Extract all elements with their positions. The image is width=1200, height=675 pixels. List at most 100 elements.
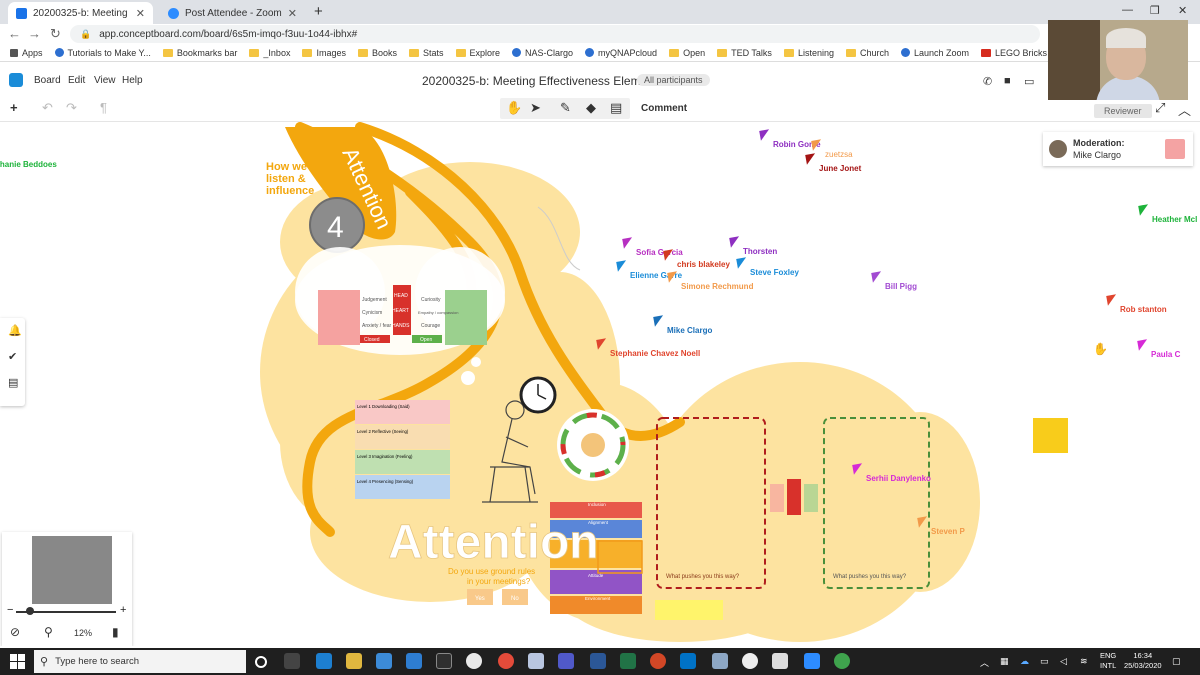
tab-conceptboard[interactable]: 20200325-b: Meeting Effectivene ✕ — [8, 2, 153, 24]
bookmark-bookmarks-bar[interactable]: Bookmarks bar — [162, 48, 237, 58]
check-circle-icon[interactable]: ✔ — [8, 350, 17, 363]
yellow-sticky-square[interactable] — [1033, 418, 1068, 453]
select-tool-icon[interactable]: ➤ — [530, 100, 541, 116]
eraser-tool-icon[interactable]: ◆ — [586, 100, 596, 116]
word-icon[interactable] — [590, 653, 606, 669]
bookmark-apps[interactable]: Apps — [10, 48, 43, 58]
bookmark-stats[interactable]: Stats — [408, 48, 444, 58]
powerpoint-icon[interactable] — [650, 653, 666, 669]
taskbar-search-box[interactable]: ⚲ Type here to search — [34, 650, 246, 673]
battery-icon[interactable]: ▭ — [1040, 656, 1049, 667]
forward-button[interactable]: → — [28, 26, 41, 41]
menu-help[interactable]: Help — [122, 75, 143, 86]
edge-icon[interactable] — [316, 653, 332, 669]
collapse-icon[interactable]: ︿ — [1178, 100, 1191, 119]
note-tool-icon[interactable]: ▤ — [610, 100, 622, 116]
menu-board[interactable]: Board — [34, 75, 61, 86]
file-explorer-icon[interactable] — [346, 653, 362, 669]
bookmark-listening[interactable]: Listening — [783, 48, 834, 58]
green-app-icon[interactable] — [834, 653, 850, 669]
bookmark-myqnapcloud[interactable]: myQNAPcloud — [585, 48, 657, 58]
bookmark-tutorials[interactable]: Tutorials to Make Y... — [54, 48, 151, 58]
vm-icon[interactable] — [712, 653, 728, 669]
tray-chevron-icon[interactable]: ︿ — [980, 656, 989, 669]
chat-icon[interactable]: ▭ — [1024, 75, 1034, 88]
chrome-icon[interactable] — [466, 653, 482, 669]
undo-icon[interactable]: ↶ — [42, 100, 53, 116]
zoom-out-button[interactable]: − — [7, 604, 13, 616]
bookmark-nas-clargo[interactable]: NAS-Clargo — [512, 48, 573, 58]
bookmark-lego-bricks[interactable]: LEGO Bricks — [981, 48, 1047, 58]
bell-icon[interactable]: 🔔 — [8, 324, 22, 337]
network-icon[interactable]: ▦ — [1000, 656, 1009, 667]
menu-view[interactable]: View — [94, 75, 116, 86]
cortana-icon[interactable] — [255, 656, 267, 668]
onedrive-icon[interactable]: ☁ — [1020, 656, 1029, 667]
reviewer-button[interactable]: Reviewer — [1094, 104, 1152, 118]
hand-tool-icon[interactable]: ✋ — [506, 100, 522, 116]
zoom-slider-handle[interactable] — [26, 607, 34, 615]
bookmark-launch-zoom[interactable]: Launch Zoom — [900, 48, 969, 58]
yes-label[interactable]: Yes — [475, 596, 485, 602]
bookmark-images[interactable]: Images — [302, 48, 346, 58]
settings-app-icon[interactable] — [742, 653, 758, 669]
list-icon[interactable]: ▤ — [8, 376, 18, 389]
volume-icon[interactable]: ◁ — [1060, 656, 1067, 667]
tab-zoom[interactable]: Post Attendee - Zoom ✕ — [160, 2, 305, 24]
minimize-button[interactable]: — — [1122, 4, 1133, 16]
board-title: 20200325-b: Meeting Effectiveness Elemen… — [422, 74, 664, 88]
mail-icon[interactable] — [406, 653, 422, 669]
back-button[interactable]: ← — [8, 26, 21, 41]
pen-tool-icon[interactable]: ✎ — [560, 100, 571, 116]
comment-button[interactable]: Comment — [641, 103, 687, 114]
language-indicator[interactable]: ENG INTL — [1100, 651, 1116, 671]
moderation-toggle-button[interactable] — [1165, 139, 1185, 159]
menu-edit[interactable]: Edit — [68, 75, 85, 86]
notifications-icon[interactable]: ▢ — [1172, 656, 1181, 667]
maximize-button[interactable]: ❐ — [1150, 4, 1160, 17]
close-icon[interactable]: ✕ — [136, 7, 145, 20]
bookmark-books[interactable]: Books — [357, 48, 397, 58]
windows-start-icon[interactable] — [10, 654, 25, 669]
phone-icon[interactable]: ✆ — [983, 75, 992, 88]
no-label[interactable]: No — [511, 596, 519, 602]
zoom-icon[interactable]: ⚲ — [44, 625, 53, 639]
video-icon[interactable]: ■ — [1004, 75, 1011, 87]
photos-icon[interactable] — [772, 653, 788, 669]
add-icon[interactable]: + — [10, 100, 18, 115]
zoom-in-button[interactable]: + — [120, 604, 126, 616]
window-close-button[interactable]: ✕ — [1178, 4, 1187, 17]
teams-icon[interactable] — [558, 653, 574, 669]
board-canvas[interactable]: Attention How we listen & influence 4 HE… — [0, 122, 1200, 646]
zoom-taskbar-icon[interactable] — [804, 653, 820, 669]
close-icon[interactable]: ✕ — [288, 7, 297, 20]
format-painter-icon[interactable]: ¶ — [100, 100, 107, 115]
conceptboard-logo-icon — [9, 73, 23, 87]
reload-button[interactable]: ↻ — [50, 26, 61, 42]
new-tab-button[interactable]: + — [314, 3, 323, 20]
task-view-icon[interactable] — [284, 653, 300, 669]
notes-icon[interactable] — [528, 653, 544, 669]
address-bar[interactable]: 🔒 app.conceptboard.com/board/6s5m-imqo-f… — [70, 25, 1040, 43]
bookmark-ted-talks[interactable]: TED Talks — [717, 48, 772, 58]
fullscreen-icon[interactable]: ⤢ — [1155, 100, 1165, 116]
bookmark-inbox[interactable]: _Inbox — [249, 48, 290, 58]
zoom-icon — [900, 48, 910, 57]
excel-icon[interactable] — [620, 653, 636, 669]
participants-badge[interactable]: All participants — [637, 74, 710, 86]
outlook-icon[interactable] — [680, 653, 696, 669]
mouse-icon[interactable]: ▮ — [112, 625, 119, 639]
bookmark-open[interactable]: Open — [669, 48, 705, 58]
system-clock[interactable]: 16:34 25/03/2020 — [1124, 651, 1162, 671]
app-icon[interactable] — [436, 653, 452, 669]
cloud-icon — [585, 48, 595, 57]
store-icon[interactable] — [376, 653, 392, 669]
wifi-icon[interactable]: ≋ — [1080, 656, 1088, 667]
courage-label: Courage — [421, 323, 440, 329]
bookmark-church[interactable]: Church — [845, 48, 889, 58]
minimap-preview[interactable] — [32, 536, 112, 604]
bookmark-explore[interactable]: Explore — [455, 48, 500, 58]
chrome-active-icon[interactable] — [498, 653, 514, 669]
redo-icon[interactable]: ↷ — [66, 100, 77, 116]
compass-icon[interactable]: ⊘ — [10, 625, 20, 639]
